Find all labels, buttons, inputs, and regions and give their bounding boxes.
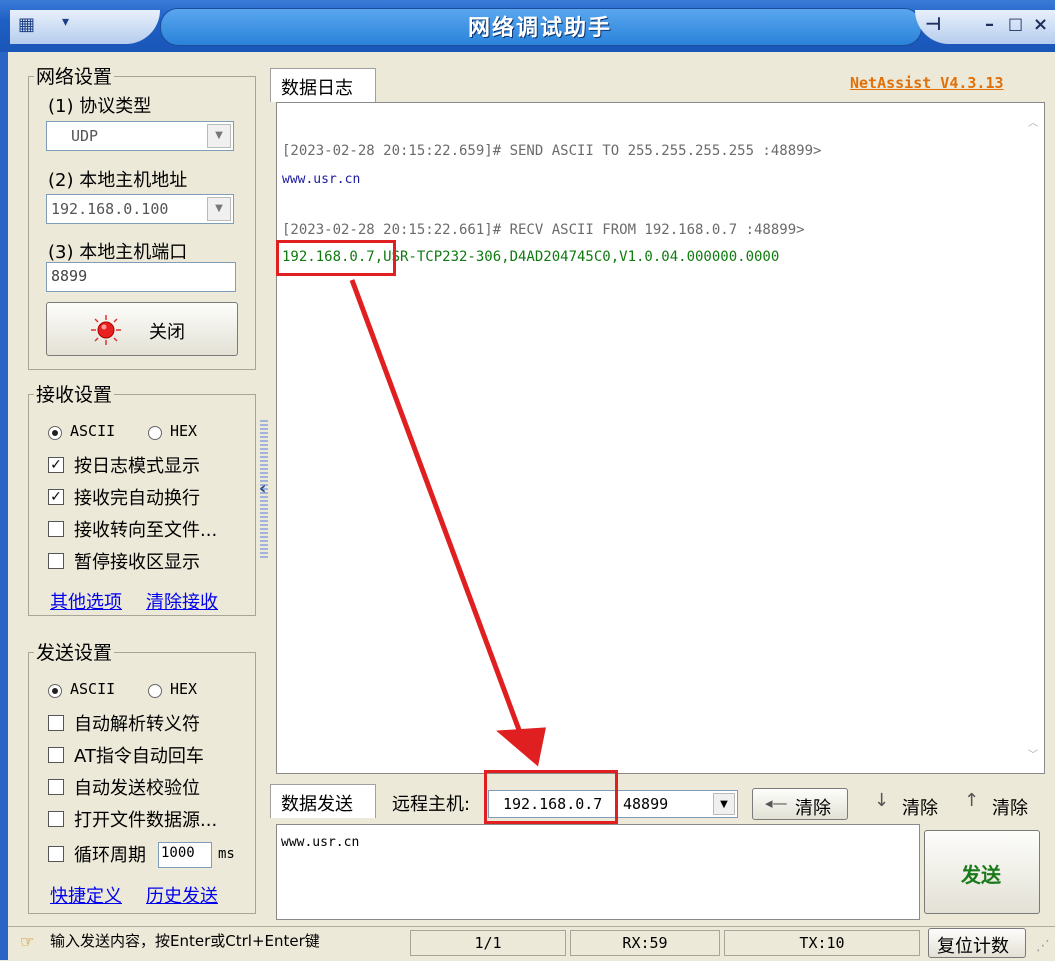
close-connection-label: 关闭	[149, 322, 185, 343]
tab-data-send[interactable]: 数据发送	[270, 784, 376, 818]
stop-icon	[91, 315, 121, 345]
maximize-button[interactable]: □	[1008, 14, 1023, 33]
file-source-label: 打开文件数据源...	[74, 810, 218, 831]
loop-unit: ms	[218, 846, 235, 862]
escape-parse-label: 自动解析转义符	[74, 714, 200, 735]
pause-display-label: 暂停接收区显示	[74, 552, 200, 573]
annotation-box	[484, 770, 618, 824]
reset-count-button[interactable]: 复位计数	[928, 928, 1026, 958]
log-line: [2023-02-28 20:15:22.659]# SEND ASCII TO…	[282, 143, 822, 159]
send-ascii-radio[interactable]	[48, 684, 62, 698]
at-return-label: AT指令自动回车	[74, 746, 204, 767]
log-scrollbar[interactable]: ︿ ﹀	[1028, 106, 1042, 770]
shortcut-define-link[interactable]: 快捷定义	[50, 882, 122, 908]
resize-grip-icon[interactable]: ⋰	[1036, 938, 1050, 954]
close-connection-button[interactable]: 关闭	[46, 302, 238, 356]
send-button[interactable]: 发送	[924, 830, 1040, 914]
status-rx: RX:59	[570, 930, 720, 956]
send-hex-radio[interactable]	[148, 684, 162, 698]
chevron-down-icon[interactable]: ▼	[207, 124, 231, 148]
send-hex-label: HEX	[170, 680, 198, 698]
pin-icon[interactable]: ⊣	[925, 14, 941, 35]
loop-checkbox[interactable]	[48, 846, 64, 862]
send-button-label: 发送	[961, 863, 1001, 887]
tab-data-send-label: 数据发送	[281, 794, 353, 815]
pause-display-checkbox[interactable]	[48, 553, 64, 569]
recv-ascii-label: ASCII	[70, 422, 116, 440]
chevron-down-icon[interactable]: ▼	[713, 793, 735, 815]
scroll-up-icon[interactable]: ︿	[1028, 114, 1038, 129]
loop-label: 循环周期	[74, 845, 146, 866]
window-title: 网络调试助手	[467, 16, 612, 41]
log-mode-label: 按日志模式显示	[74, 456, 200, 477]
status-hint: 输入发送内容，按Enter或Ctrl+Enter键	[50, 932, 320, 950]
local-ip-label: (2) 本地主机地址	[48, 170, 188, 191]
recv-hex-radio[interactable]	[148, 426, 162, 440]
recv-ascii-radio[interactable]	[48, 426, 62, 440]
clear-remote-button[interactable]: ◂— 清除	[752, 788, 848, 820]
tab-data-log-label: 数据日志	[281, 78, 353, 99]
chevron-down-icon[interactable]: ▼	[207, 197, 231, 221]
status-tx: TX:10	[724, 930, 920, 956]
remote-port: 48899	[623, 795, 669, 813]
return-down-icon[interactable]: ↓	[874, 790, 889, 811]
chevron-left-icon[interactable]: ‹	[259, 478, 266, 499]
local-ip-select[interactable]: 192.168.0.100 ▼	[46, 194, 234, 224]
checksum-label: 自动发送校验位	[74, 778, 200, 799]
escape-parse-checkbox[interactable]	[48, 715, 64, 731]
log-line: www.usr.cn	[282, 172, 361, 187]
scroll-down-icon[interactable]: ﹀	[1028, 746, 1038, 761]
receive-settings-label: 接收设置	[34, 380, 115, 407]
clear-receive-link[interactable]: 清除接收	[146, 588, 218, 614]
annotation-box	[276, 240, 396, 276]
log-line: [2023-02-28 20:15:22.661]# RECV ASCII FR…	[282, 222, 805, 238]
send-ascii-label: ASCII	[70, 680, 116, 698]
chevron-down-icon[interactable]: ▾	[62, 14, 69, 30]
network-settings-label: 网络设置	[34, 62, 115, 89]
log-mode-checkbox[interactable]: ✓	[48, 457, 64, 473]
protocol-value: UDP	[71, 127, 99, 145]
other-options-link[interactable]: 其他选项	[50, 588, 122, 614]
history-send-link[interactable]: 历史发送	[146, 882, 218, 908]
recv-to-file-checkbox[interactable]	[48, 521, 64, 537]
local-port-input[interactable]: 8899	[46, 262, 236, 292]
return-up-icon[interactable]: ↑	[964, 790, 979, 811]
recv-hex-label: HEX	[170, 422, 198, 440]
checksum-checkbox[interactable]	[48, 779, 64, 795]
close-button[interactable]: ×	[1033, 14, 1048, 35]
minimize-button[interactable]: –	[985, 14, 994, 35]
send-settings-label: 发送设置	[34, 638, 115, 665]
send-message: www.usr.cn	[281, 835, 360, 850]
reset-count-label: 复位计数	[937, 936, 1009, 957]
loop-period-input[interactable]: 1000	[158, 842, 212, 868]
send-textarea[interactable]: www.usr.cn	[276, 824, 920, 920]
file-source-checkbox[interactable]	[48, 811, 64, 827]
auto-newline-label: 接收完自动换行	[74, 488, 200, 509]
recv-to-file-label: 接收转向至文件...	[74, 520, 218, 541]
status-page: 1/1	[410, 930, 566, 956]
local-port-label: (3) 本地主机端口	[48, 242, 188, 263]
log-panel[interactable]	[276, 102, 1045, 774]
at-return-checkbox[interactable]	[48, 747, 64, 763]
app-icon[interactable]: ▦	[18, 14, 44, 38]
clear-log-button[interactable]: 清除	[902, 794, 938, 820]
tab-data-log[interactable]: 数据日志	[270, 68, 376, 102]
protocol-label: (1) 协议类型	[48, 96, 152, 117]
auto-newline-checkbox[interactable]: ✓	[48, 489, 64, 505]
arrow-left-icon: ◂—	[765, 794, 788, 812]
clear-remote-label: 清除	[795, 798, 831, 819]
brand-link[interactable]: NetAssist V4.3.13	[850, 74, 1004, 92]
local-ip-value: 192.168.0.100	[51, 200, 169, 218]
hint-icon: ☞	[20, 932, 35, 951]
clear-send-button[interactable]: 清除	[992, 794, 1028, 820]
remote-host-label: 远程主机:	[392, 794, 471, 815]
protocol-select[interactable]: UDP ▼	[46, 121, 234, 151]
